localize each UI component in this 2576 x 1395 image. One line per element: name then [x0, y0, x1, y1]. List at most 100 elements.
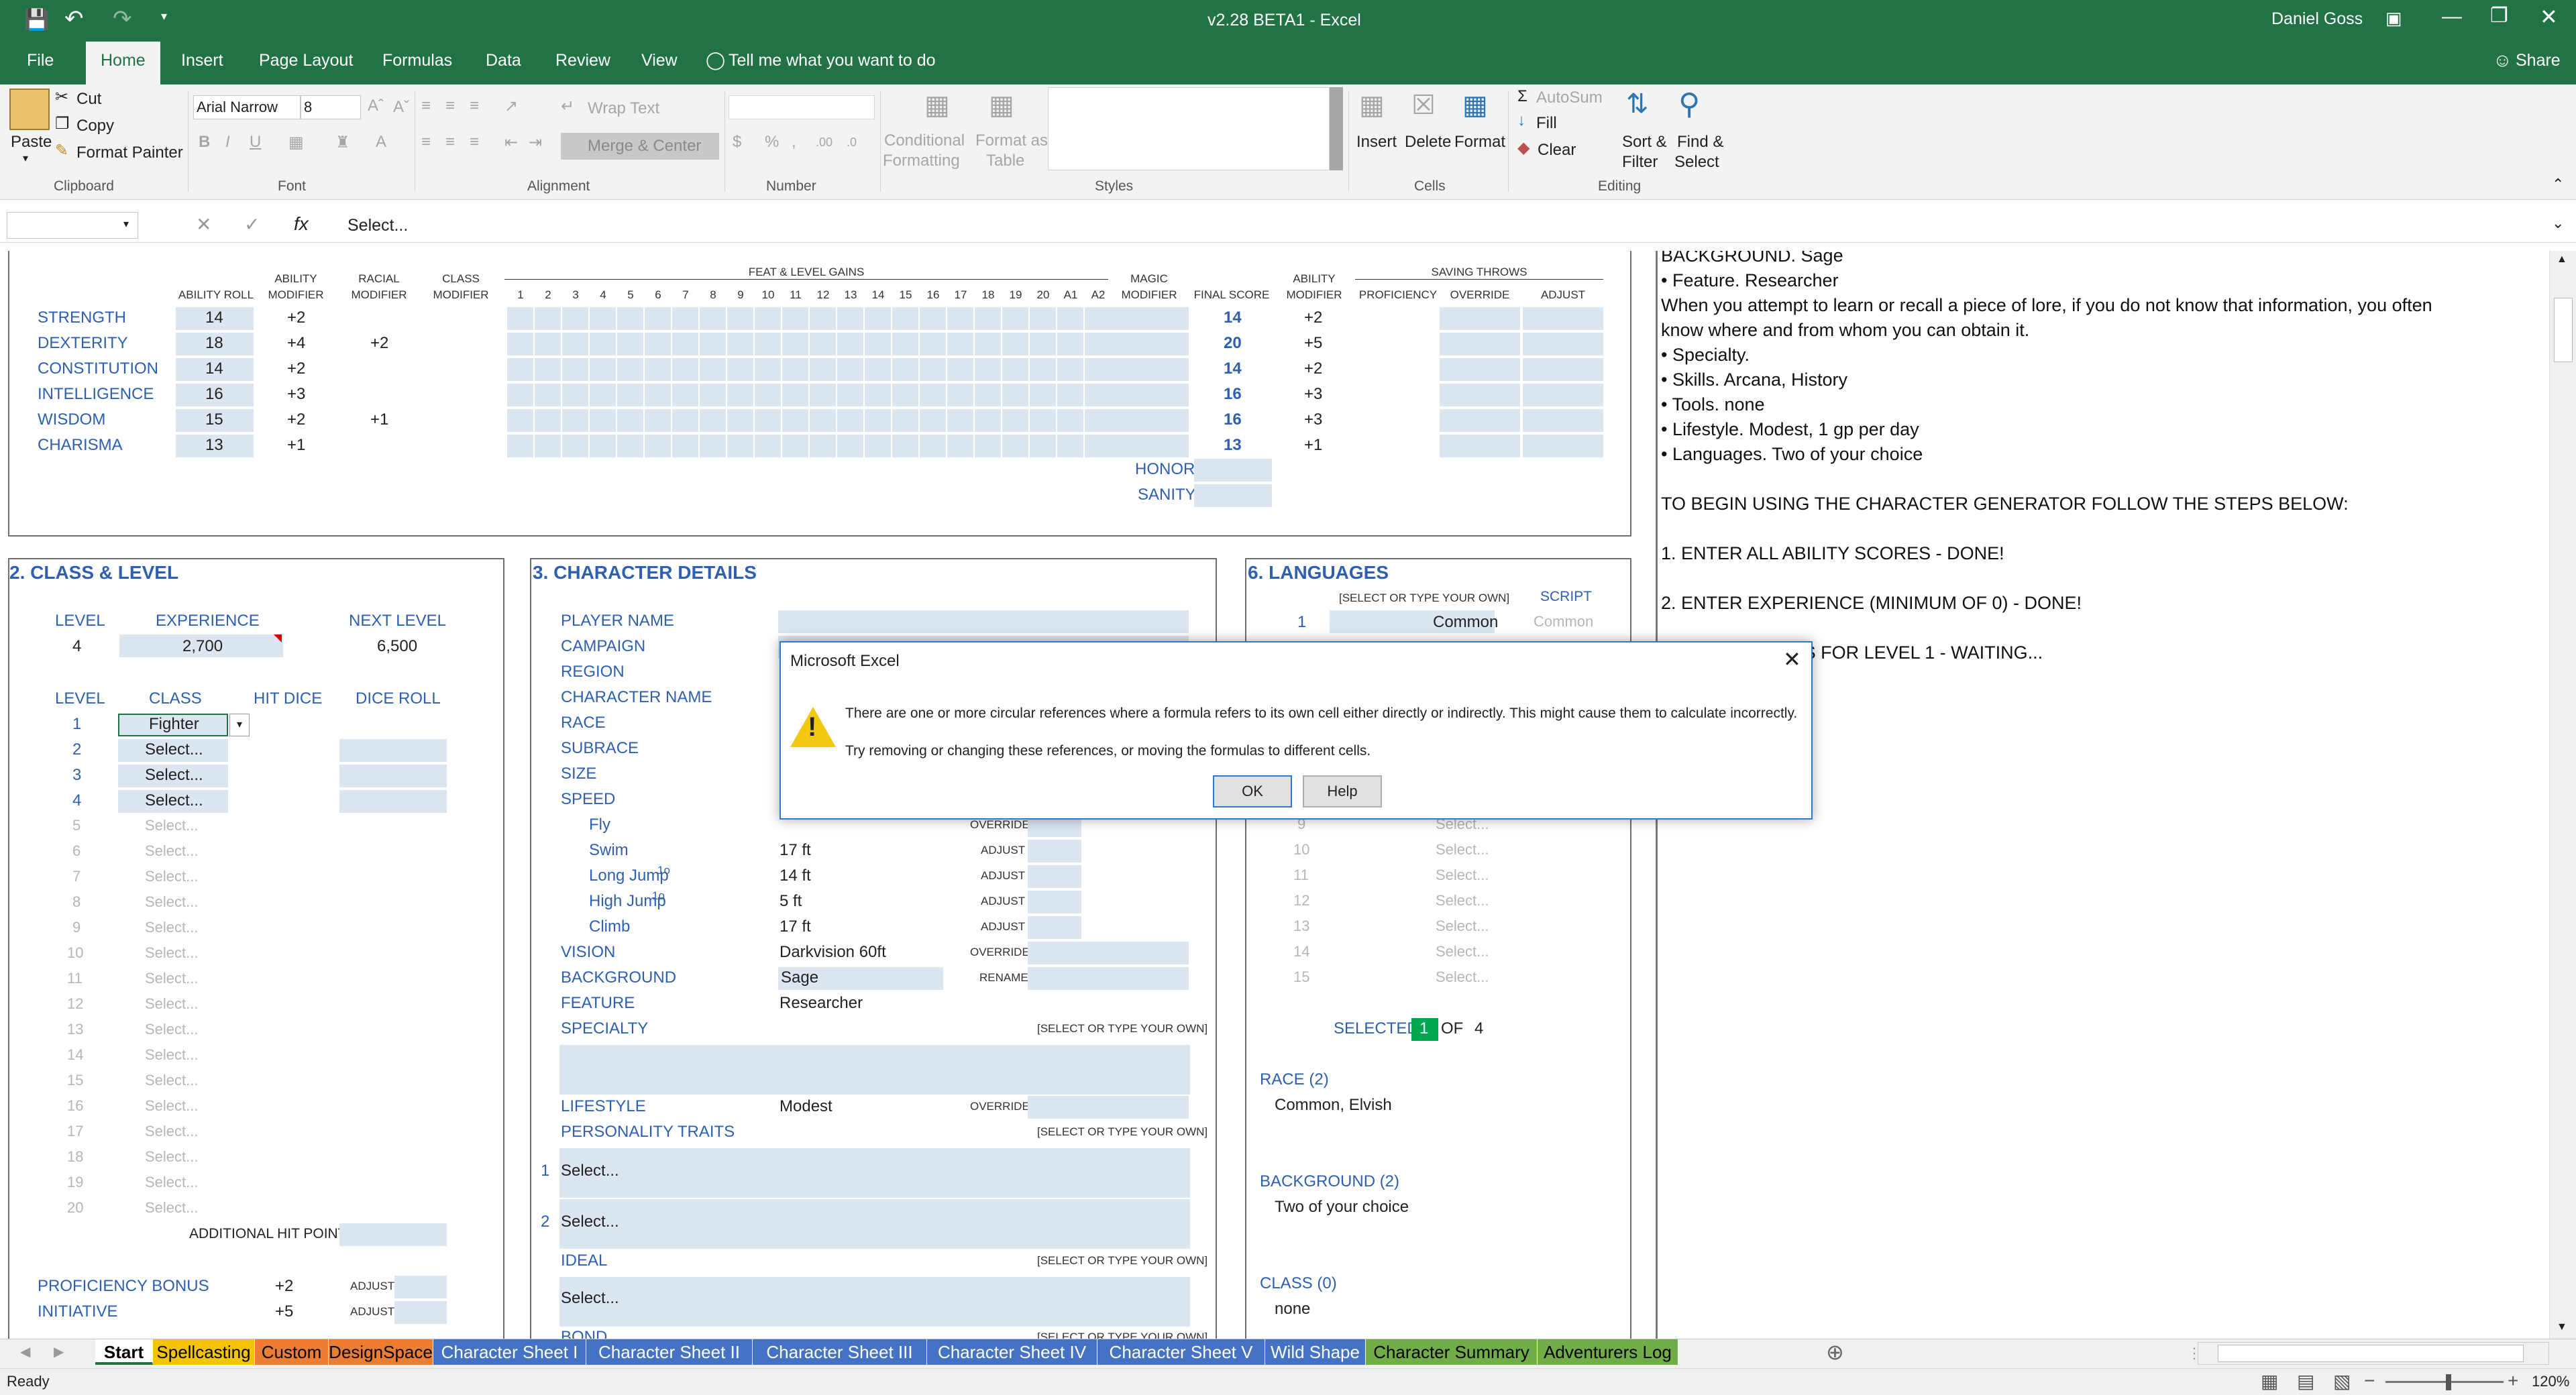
feat-gain-cell[interactable]	[507, 307, 533, 330]
share-button[interactable]: Share	[2516, 51, 2561, 70]
feat-gain-cell[interactable]	[837, 333, 863, 355]
feat-gain-cell[interactable]	[920, 358, 946, 381]
feat-gain-cell[interactable]	[1057, 384, 1083, 406]
feat-gain-cell[interactable]	[1030, 409, 1056, 432]
feat-gain-cell[interactable]	[1002, 384, 1028, 406]
feat-gain-cell[interactable]	[892, 435, 918, 457]
feat-gain-cell[interactable]	[1002, 333, 1028, 355]
feat-gain-cell[interactable]	[562, 409, 588, 432]
format-as-table-button[interactable]: Format as	[975, 131, 1048, 150]
feat-gain-cell[interactable]	[727, 409, 753, 432]
speed-adjust-cell[interactable]	[1028, 865, 1081, 888]
minimize-icon[interactable]: —	[2442, 5, 2462, 28]
feat-gain-cell[interactable]	[947, 384, 973, 406]
feat-gain-cell[interactable]	[672, 358, 698, 381]
align-left-icon[interactable]: ≡	[421, 133, 431, 152]
page-layout-view-icon[interactable]: ▤	[2297, 1370, 2314, 1392]
sheet-tab-character-summary[interactable]: Character Summary	[1366, 1339, 1538, 1365]
speed-adjust-cell[interactable]	[1028, 891, 1081, 913]
init-adjust-cell[interactable]	[394, 1301, 447, 1324]
feat-gain-cell[interactable]	[782, 409, 808, 432]
dice-roll-cell[interactable]	[339, 739, 447, 762]
feat-gain-cell[interactable]	[700, 409, 726, 432]
save-adjust-cell[interactable]	[1523, 435, 1603, 457]
feat-gain-cell[interactable]	[1030, 358, 1056, 381]
sheet-tab-custom[interactable]: Custom	[255, 1339, 329, 1365]
insert-cells-button[interactable]: Insert	[1356, 133, 1397, 152]
feat-gain-cell[interactable]	[617, 307, 643, 330]
feat-gain-cell[interactable]	[1057, 358, 1083, 381]
feat-gain-cell[interactable]	[617, 409, 643, 432]
feat-gain-cell[interactable]	[810, 435, 836, 457]
feat-gain-cell[interactable]	[975, 384, 1001, 406]
feat-gain-cell[interactable]	[562, 435, 588, 457]
feat-gain-cell[interactable]	[892, 358, 918, 381]
honor-cell[interactable]	[1194, 459, 1272, 482]
feat-gain-cell[interactable]	[947, 435, 973, 457]
feat-gain-cell[interactable]	[782, 333, 808, 355]
feat-gain-cell[interactable]	[590, 435, 616, 457]
save-adjust-cell[interactable]	[1523, 333, 1603, 355]
feat-gain-cell[interactable]	[727, 333, 753, 355]
feat-gain-cell[interactable]	[837, 307, 863, 330]
feat-gain-cell[interactable]	[645, 358, 671, 381]
help-button[interactable]: Help	[1303, 775, 1382, 807]
save-override-cell[interactable]	[1440, 333, 1520, 355]
feat-gain-cell[interactable]	[1085, 409, 1111, 432]
feat-gain-cell[interactable]	[727, 435, 753, 457]
feat-gain-cell[interactable]	[590, 307, 616, 330]
feat-gain-cell[interactable]	[1002, 409, 1028, 432]
feat-gain-cell[interactable]	[617, 384, 643, 406]
align-bottom-icon[interactable]: ≡	[470, 97, 479, 115]
feat-gain-cell[interactable]	[700, 435, 726, 457]
feat-gain-cell[interactable]	[1057, 333, 1083, 355]
save-override-cell[interactable]	[1440, 307, 1520, 330]
sheet-tab-character-sheet-v[interactable]: Character Sheet V	[1097, 1339, 1265, 1365]
feat-gain-cell[interactable]	[782, 384, 808, 406]
normal-view-icon[interactable]: ▦	[2261, 1370, 2278, 1392]
tab-data[interactable]: Data	[486, 51, 521, 70]
align-center-icon[interactable]: ≡	[445, 133, 455, 152]
feat-gain-cell[interactable]	[535, 333, 561, 355]
fill-color-icon[interactable]: ♜	[335, 133, 350, 152]
save-override-cell[interactable]	[1440, 409, 1520, 432]
prof-adjust-cell[interactable]	[394, 1276, 447, 1298]
feat-gain-cell[interactable]	[810, 307, 836, 330]
feat-gain-cell[interactable]	[535, 358, 561, 381]
feat-gain-cell[interactable]	[755, 307, 781, 330]
vision-override-cell[interactable]	[1028, 942, 1189, 964]
percent-icon[interactable]: %	[765, 133, 779, 152]
feat-gain-cell[interactable]	[672, 435, 698, 457]
new-sheet-icon[interactable]: ⊕	[1826, 1339, 1844, 1365]
decrease-decimal-icon[interactable]: .0	[847, 135, 857, 150]
feat-gain-cell[interactable]	[1085, 333, 1111, 355]
feat-gain-cell[interactable]	[920, 409, 946, 432]
feat-gain-cell[interactable]	[700, 358, 726, 381]
feat-gain-cell[interactable]	[865, 307, 891, 330]
formula-input[interactable]: Select...	[347, 216, 408, 235]
sheet-tab-character-sheet-ii[interactable]: Character Sheet II	[586, 1339, 753, 1365]
save-adjust-cell[interactable]	[1523, 358, 1603, 381]
scroll-down-icon[interactable]: ▼	[2557, 1321, 2567, 1333]
feat-gain-cell[interactable]	[975, 358, 1001, 381]
feat-gain-cell[interactable]	[590, 333, 616, 355]
feat-gain-cell[interactable]	[892, 307, 918, 330]
paste-button[interactable]: Paste	[11, 133, 52, 152]
feat-gain-cell[interactable]	[617, 358, 643, 381]
feat-gain-cell[interactable]	[755, 409, 781, 432]
zoom-out-icon[interactable]: −	[2364, 1370, 2375, 1392]
magic-modifier-cell[interactable]	[1111, 333, 1189, 355]
feat-gain-cell[interactable]	[920, 384, 946, 406]
copy-button[interactable]: Copy	[76, 117, 114, 135]
feat-gain-cell[interactable]	[865, 333, 891, 355]
expand-formula-icon[interactable]: ⌄	[2552, 215, 2564, 232]
class-dropdown-arrow[interactable]: ▾	[229, 714, 250, 736]
feat-gain-cell[interactable]	[782, 435, 808, 457]
feat-gain-cell[interactable]	[535, 384, 561, 406]
shrink-font-icon[interactable]: Aˇ	[393, 98, 409, 117]
confirm-entry-icon[interactable]: ✓	[244, 213, 260, 235]
feat-gain-cell[interactable]	[975, 435, 1001, 457]
magic-modifier-cell[interactable]	[1111, 358, 1189, 381]
feat-gain-cell[interactable]	[645, 409, 671, 432]
specialty-cell[interactable]	[559, 1045, 1190, 1095]
